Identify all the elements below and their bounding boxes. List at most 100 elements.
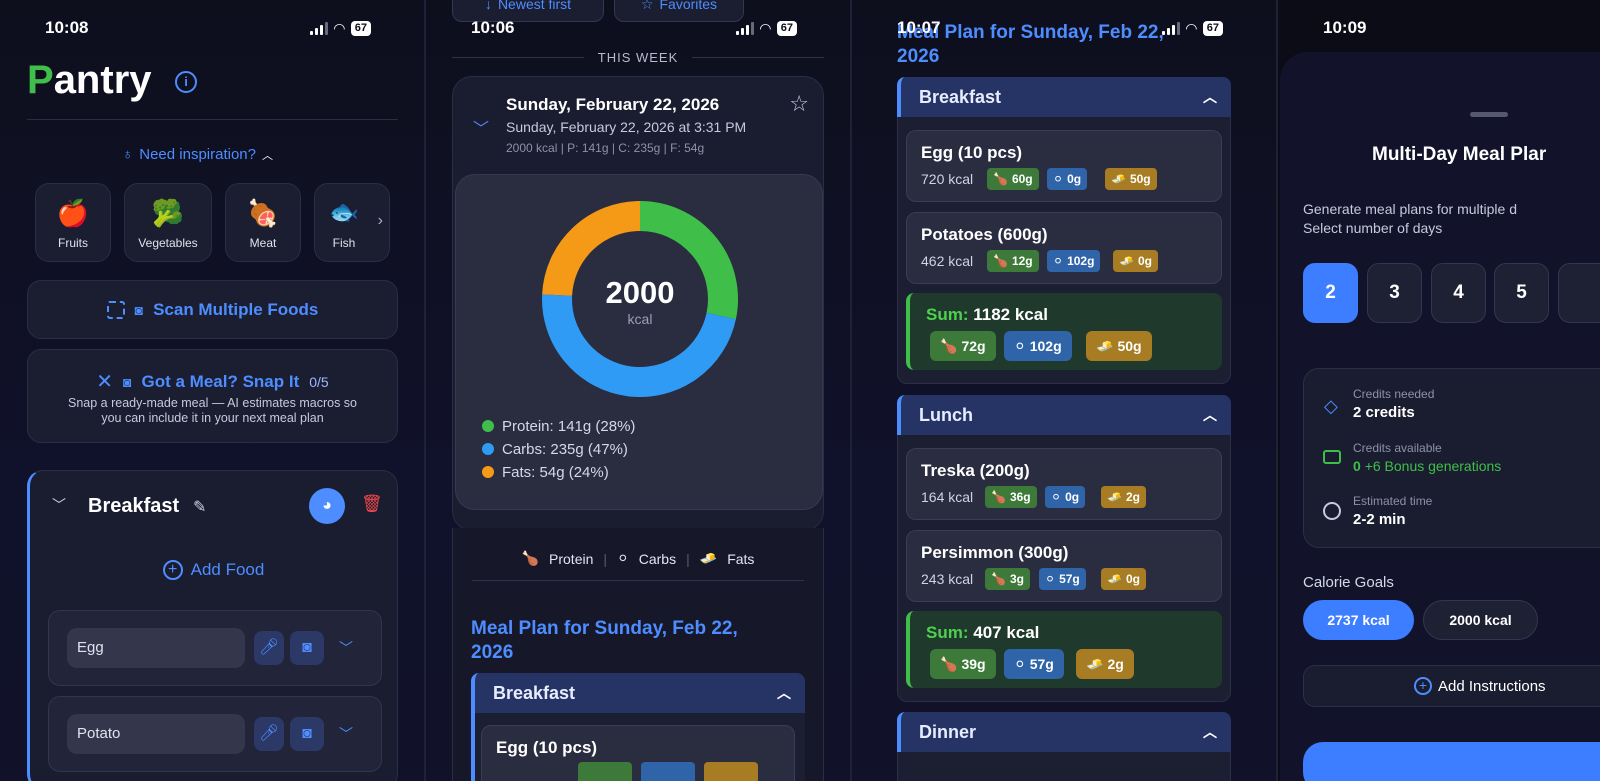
camera-button[interactable]: ◙: [290, 631, 324, 665]
palette-button[interactable]: ◕: [309, 488, 345, 524]
lunch-header[interactable]: Lunch ︿: [897, 395, 1231, 435]
fruits-icon: 🍎: [56, 198, 90, 228]
status-icons: ◠ 67: [1162, 20, 1224, 37]
food-kcal: 720 kcal: [921, 171, 974, 187]
butter-icon: 🧈: [1111, 172, 1126, 186]
chevron-down-icon[interactable]: ﹀: [473, 115, 489, 139]
day-option-more[interactable]: [1558, 263, 1600, 323]
breakfast-header[interactable]: Breakfast ︿: [471, 673, 805, 713]
signal-icon: [1162, 21, 1180, 35]
food-kcal: 164 kcal: [921, 489, 974, 505]
battery-icon: 67: [776, 20, 798, 36]
credits-bonus: +6 Bonus generations: [1364, 458, 1502, 474]
category-fruits[interactable]: 🍎 Fruits: [35, 183, 111, 262]
microphone-button[interactable]: 🎤︎: [254, 631, 284, 665]
info-icon[interactable]: i: [175, 71, 197, 93]
scan-multiple-foods-button[interactable]: ◙ Scan Multiple Foods: [27, 280, 398, 339]
sheet-title: Multi-Day Meal Plar: [1372, 144, 1547, 165]
day-option-4[interactable]: 4: [1431, 263, 1486, 323]
bulb-icon: ♁: [122, 146, 134, 163]
chip-value: 0g: [1065, 490, 1080, 504]
legend-label: Fats: 54g (24%): [502, 464, 609, 481]
chevron-down-icon[interactable]: ﹀: [52, 495, 66, 515]
rice-ball-icon: ⚪: [1053, 254, 1064, 268]
status-time: 10:07: [897, 18, 941, 37]
generate-button[interactable]: [1303, 742, 1600, 781]
day-option-5[interactable]: 5: [1494, 263, 1549, 323]
sum-prefix: Sum:: [926, 305, 969, 324]
section-title: THIS WEEK: [597, 50, 679, 65]
page-title-initial: P: [27, 58, 54, 102]
butter-icon: 🧈: [1096, 337, 1114, 354]
wifi-icon: ◠: [334, 19, 345, 36]
key-separator: |: [686, 550, 690, 567]
food-item: Treska (200g) 164 kcal 🍗 36g ⚪ 0g 🧈 2g: [906, 448, 1222, 520]
drumstick-icon: 🍗: [993, 172, 1008, 186]
breakfast-header[interactable]: Breakfast ︿: [897, 77, 1231, 117]
chevron-right-icon[interactable]: ›: [378, 212, 383, 230]
chevron-down-icon[interactable]: ﹀: [339, 638, 353, 658]
key-protein: Protein: [549, 550, 594, 567]
est-time-value: 2-2 min: [1353, 511, 1406, 528]
food-row: Egg 🎤︎ ◙ ﹀: [48, 610, 382, 686]
status-bar: 10:08 ◠ 67: [0, 16, 424, 40]
add-food-button[interactable]: + Add Food: [30, 560, 397, 580]
fats-chip: 🧈 2g: [1101, 486, 1146, 508]
add-instructions-button[interactable]: + Add Instructions: [1303, 665, 1600, 707]
legend-label: Protein: 141g (28%): [502, 418, 636, 435]
snap-count: 0/5: [309, 373, 329, 390]
edit-icon[interactable]: ✎: [193, 497, 206, 517]
sum-prefix: Sum:: [926, 623, 969, 642]
trash-icon[interactable]: 🗑: [361, 494, 383, 514]
food-name: Potatoes (600g): [921, 225, 1048, 244]
breakfast-title: Breakfast: [88, 495, 180, 517]
food-name: Treska (200g): [921, 461, 1030, 480]
favorite-star-icon[interactable]: ☆: [789, 91, 809, 117]
food-name-input[interactable]: Egg: [67, 628, 245, 668]
inspiration-toggle[interactable]: ♁ Need inspiration? ︿: [122, 146, 273, 163]
plus-circle-icon: +: [162, 560, 183, 580]
macro-chip-fats: [704, 762, 758, 781]
key-divider: [472, 580, 804, 581]
rice-ball-icon: ⚪: [1053, 172, 1064, 186]
calorie-goal-option[interactable]: 2737 kcal: [1303, 600, 1414, 640]
carbs-chip: ⚪ 102g: [1004, 331, 1072, 361]
day-option-3[interactable]: 3: [1367, 263, 1422, 323]
sheet-grabber[interactable]: [1470, 112, 1508, 117]
scan-frame-icon: [106, 300, 125, 319]
chevron-down-icon[interactable]: ﹀: [339, 724, 353, 744]
drumstick-icon: 🍗: [940, 337, 958, 354]
lunch-sum: Sum: 407 kcal 🍗 39g ⚪ 57g 🧈 2g: [906, 611, 1222, 688]
rice-ball-icon: ⚪: [1045, 572, 1056, 586]
snap-meal-card[interactable]: ✕ ◙ Got a Meal? Snap It 0/5 Snap a ready…: [27, 349, 398, 443]
category-label: Fruits: [58, 236, 88, 250]
meal-plan-card[interactable]: ﹀ Sunday, February 22, 2026 Sunday, Febr…: [452, 76, 824, 531]
credits-available-count: 0: [1353, 458, 1361, 474]
camera-button[interactable]: ◙: [290, 717, 324, 751]
inspiration-label: Need inspiration?: [139, 146, 256, 163]
calorie-goal-option[interactable]: 2000 kcal: [1423, 600, 1538, 640]
key-separator: |: [603, 550, 608, 567]
chip-value: 0g: [1067, 172, 1082, 186]
microphone-button[interactable]: 🎤︎: [254, 717, 284, 751]
day-option-2[interactable]: 2: [1303, 263, 1358, 323]
chevron-up-icon: ︿: [1203, 724, 1217, 740]
food-name: Egg (10 pcs): [496, 738, 598, 757]
butter-icon: 🧈: [699, 550, 718, 566]
plus-circle-icon: +: [1414, 677, 1432, 695]
credits-card: ◇ Credits needed 2 credits Credits avail…: [1303, 368, 1600, 548]
screen-pantry: 10:08 ◠ 67 Pantry i ♁ Need inspiration? …: [0, 0, 424, 781]
status-bar: 10:09: [1278, 16, 1600, 40]
chip-value: 36g: [1009, 490, 1031, 504]
food-item: Persimmon (300g) 243 kcal 🍗 3g ⚪ 57g 🧈 0g: [906, 530, 1222, 602]
category-vegetables[interactable]: 🥦 Vegetables: [124, 183, 212, 262]
rice-ball-icon: ⚪: [1014, 655, 1026, 672]
category-meat[interactable]: 🍖 Meat: [225, 183, 301, 262]
sum-kcal: 407 kcal: [973, 623, 1040, 642]
protein-chip: 🍗 39g: [930, 649, 996, 679]
food-name-input[interactable]: Potato: [67, 714, 245, 754]
category-fish[interactable]: 🐟 Fish ›: [314, 183, 390, 262]
legend-item-protein: Protein: 141g (28%): [482, 415, 635, 438]
dinner-header[interactable]: Dinner ︿: [897, 712, 1231, 752]
legend-swatch: [482, 420, 494, 432]
